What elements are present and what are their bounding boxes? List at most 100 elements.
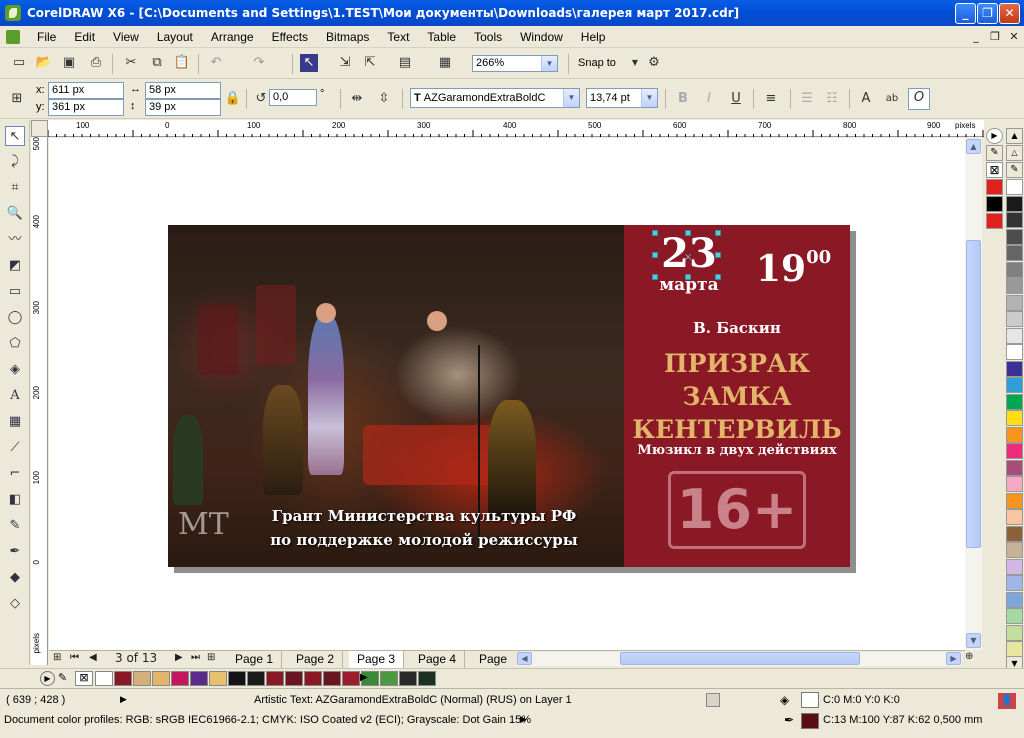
document-color-swatch[interactable] [304,671,322,686]
mirror-horizontal-icon[interactable]: ⇹ [348,90,366,108]
selection-handle[interactable] [652,230,658,236]
document-color-swatch[interactable] [171,671,189,686]
document-color-swatch[interactable] [247,671,265,686]
menu-layout[interactable]: Layout [148,30,202,44]
color-swatch[interactable] [1006,459,1023,476]
opentype-icon[interactable]: O [908,88,930,110]
dimension-tool-icon[interactable]: ⟋ [5,438,25,458]
color-swatch[interactable] [1006,179,1023,195]
scroll-down-icon[interactable]: ▼ [966,633,981,648]
color-swatch[interactable] [1006,377,1023,393]
color-swatch[interactable] [1006,261,1023,278]
color-swatch[interactable] [1006,195,1023,212]
color-swatch[interactable] [1006,558,1023,575]
search-content-icon[interactable]: ↖ [300,54,318,72]
color-swatch[interactable] [1006,608,1023,624]
no-color-swatch[interactable]: ⊠ [75,671,93,686]
mirror-vertical-icon[interactable]: ⇳ [375,90,393,108]
width-input[interactable]: 58 px [145,82,221,99]
color-swatch[interactable] [1006,509,1023,525]
grant-text-line1[interactable]: Грант Министерства культуры РФ [224,507,624,525]
scroll-right-icon[interactable]: ▶ [946,652,961,665]
application-launcher-icon[interactable]: ▤ [396,54,414,72]
new-icon[interactable]: ▭ [10,54,28,72]
page-tab-3[interactable]: Page 3 [349,651,405,668]
horizontal-ruler[interactable]: 100 0 100 200 300 400 500 600 700 800 90… [31,120,984,137]
eyedropper-icon[interactable]: ✎ [986,145,1003,161]
vertical-scrollbar[interactable]: ▲ ▼ [965,138,982,650]
document-color-swatch[interactable] [209,671,227,686]
menu-help[interactable]: Help [572,30,615,44]
menu-tools[interactable]: Tools [465,30,511,44]
user-account-icon[interactable]: 👤 [998,693,1016,709]
outline-color-swatch[interactable] [801,713,819,729]
prev-page-icon[interactable]: ◀ [89,652,97,663]
italic-icon[interactable]: I [700,90,718,108]
freehand-tool-icon[interactable]: 〰 [5,230,25,250]
vertical-scroll-thumb[interactable] [966,240,981,548]
color-swatch[interactable] [1006,278,1023,294]
selection-handle[interactable] [715,230,721,236]
color-swatch[interactable] [1006,492,1023,509]
font-list-select[interactable]: T AZGaramondExtraBoldC ▼ [410,88,580,108]
color-swatch[interactable] [1006,624,1023,641]
outline-pen-tool-icon[interactable]: ✒ [5,542,25,562]
document-color-swatch[interactable] [228,671,246,686]
document-color-swatch[interactable] [399,671,417,686]
doc-restore-icon[interactable]: ❐ [987,30,1003,44]
import-icon[interactable]: ⇲ [336,54,354,72]
page-tab-5[interactable]: Page [471,651,515,668]
zoom-navigator-icon[interactable]: ⊕ [965,651,973,662]
stage-photo[interactable]: МТ Грант Министерства культуры РФ по под… [168,225,624,567]
no-color-swatch[interactable]: ⊠ [986,162,1003,178]
scroll-left-icon[interactable]: ◀ [517,652,532,665]
doc-palette-scroll-icon[interactable]: ▶ [360,672,368,683]
color-swatch[interactable] [1006,575,1023,591]
connector-tool-icon[interactable]: ⌐ [5,464,25,484]
object-origin-icon[interactable]: ⊞ [8,90,26,108]
scroll-up-icon[interactable]: ▲ [966,139,981,154]
document-color-swatch[interactable] [285,671,303,686]
palette-up-icon[interactable]: ▲ [1006,128,1023,144]
height-input[interactable]: 39 px [145,99,221,116]
cut-icon[interactable]: ✂ [122,54,140,72]
blend-tool-icon[interactable]: ◧ [5,490,25,510]
selection-handle[interactable] [715,252,721,258]
interactive-fill-tool-icon[interactable]: ◇ [5,594,25,614]
polygon-tool-icon[interactable]: ⬠ [5,334,25,354]
document-color-swatch[interactable] [133,671,151,686]
redo-icon[interactable]: ↷ [250,54,268,72]
copy-icon[interactable]: ⧉ [148,54,166,72]
shape-tool-icon[interactable]: ⤸ [5,152,25,172]
export-icon[interactable]: ⇱ [361,54,379,72]
age-rating[interactable]: 16+ [668,471,806,549]
color-swatch[interactable] [986,196,1003,212]
menu-view[interactable]: View [104,30,148,44]
document-color-swatch[interactable] [95,671,113,686]
document-color-swatch[interactable] [152,671,170,686]
menu-text[interactable]: Text [378,30,418,44]
document-color-swatch[interactable] [190,671,208,686]
eyedropper-tool-icon[interactable]: ✎ [5,516,25,536]
profiles-expand-icon[interactable]: ▶ [520,714,527,725]
status-expand-icon[interactable]: ▶ [120,694,127,705]
color-swatch[interactable] [1006,426,1023,443]
menu-file[interactable]: File [28,30,65,44]
rotation-angle-input[interactable]: 0,0 [269,89,317,106]
open-icon[interactable]: 📂 [35,54,53,72]
fill-tool-icon[interactable]: ◆ [5,568,25,588]
show-title-line2[interactable]: ЗАМКА [624,380,850,413]
zoom-level-select[interactable]: 266% ▼ [472,55,558,72]
eyedropper-icon[interactable]: ✎ [1006,162,1023,178]
paste-icon[interactable]: 📋 [173,54,191,72]
text-align-icon[interactable]: ≡ [762,90,780,108]
vertical-ruler[interactable]: 500 400 300 200 100 0 pixels [31,137,48,665]
selection-handle[interactable] [715,274,721,280]
next-page-icon[interactable]: ▶ [175,652,183,663]
horizontal-scrollbar[interactable]: ◀ ▶ [517,652,962,666]
menu-effects[interactable]: Effects [263,30,317,44]
snap-to-chevron-icon[interactable]: ▼ [626,54,644,72]
menu-edit[interactable]: Edit [65,30,104,44]
color-swatch[interactable] [1006,245,1023,261]
page-tab-2[interactable]: Page 2 [288,651,344,668]
